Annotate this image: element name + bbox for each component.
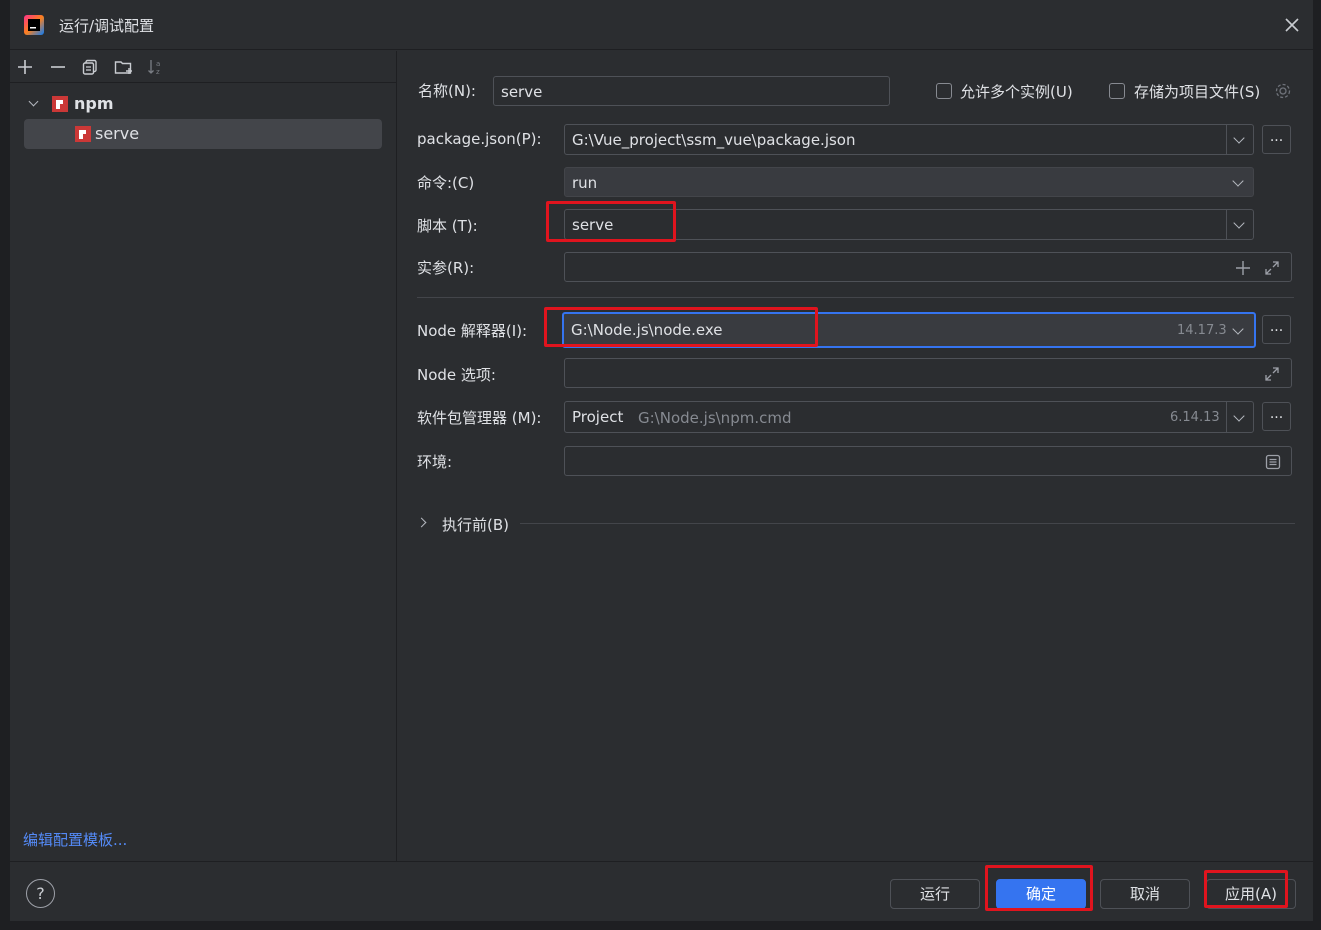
env-input[interactable] <box>564 446 1292 476</box>
store-as-file-label: 存储为项目文件(S) <box>1134 83 1261 101</box>
app-logo-icon <box>24 15 44 35</box>
chevron-down-icon[interactable] <box>1233 132 1245 144</box>
toolbar-divider <box>10 82 396 83</box>
highlight-box-ok <box>985 865 1093 911</box>
gear-icon[interactable] <box>1274 82 1292 100</box>
edit-templates-link[interactable]: 编辑配置模板... <box>23 829 127 850</box>
add-argument-icon[interactable] <box>1236 261 1250 275</box>
tree-item-serve[interactable]: serve <box>24 119 382 149</box>
command-dropdown[interactable]: run <box>564 167 1254 197</box>
chevron-down-icon[interactable] <box>28 96 39 107</box>
window-title: 运行/调试配置 <box>59 17 155 35</box>
expand-icon[interactable] <box>1264 260 1280 276</box>
before-launch-label: 执行前(B) <box>442 516 509 534</box>
store-as-file-checkbox[interactable] <box>1109 83 1125 99</box>
help-button[interactable]: ? <box>26 879 55 908</box>
package-json-browse-button[interactable]: ... <box>1262 125 1291 154</box>
dropdown-separator <box>1226 402 1227 432</box>
name-label: 名称(N): <box>418 82 476 100</box>
package-manager-label: 软件包管理器 (M): <box>417 409 542 427</box>
close-icon[interactable] <box>1285 18 1299 32</box>
args-label: 实参(R): <box>417 259 475 277</box>
chevron-down-icon[interactable] <box>1232 323 1244 335</box>
svg-text:z: z <box>156 68 160 76</box>
npm-icon <box>52 96 68 112</box>
env-label: 环境: <box>417 453 453 471</box>
package-json-label: package.json(P): <box>417 130 542 148</box>
config-form: 名称(N): serve 允许多个实例(U) 存储为项目文件(S) packag… <box>398 51 1313 861</box>
chevron-down-icon[interactable] <box>1232 175 1244 187</box>
chevron-down-icon[interactable] <box>1233 410 1245 422</box>
plus-icon[interactable] <box>17 59 33 75</box>
package-manager-path: G:\Node.js\npm.cmd <box>638 409 792 427</box>
tree-item-label: serve <box>95 124 140 143</box>
node-version-hint: 14.17.3 <box>1177 323 1227 338</box>
dropdown-separator <box>1226 125 1227 154</box>
tree-group-npm[interactable]: npm <box>10 91 396 117</box>
expand-icon[interactable] <box>1264 366 1280 382</box>
run-button[interactable]: 运行 <box>890 879 980 909</box>
section-divider <box>520 523 1295 524</box>
highlight-box-node-interpreter <box>544 307 818 347</box>
config-tree-panel: az npm serve 编辑配置模板... <box>10 51 397 861</box>
args-input[interactable] <box>564 252 1292 282</box>
node-interpreter-browse-button[interactable]: ... <box>1262 315 1291 344</box>
node-interpreter-label: Node 解释器(I): <box>417 322 528 340</box>
background-strip <box>0 921 1321 930</box>
node-options-label: Node 选项: <box>417 366 496 384</box>
before-launch-section[interactable]: 执行前(B) <box>416 511 1298 535</box>
sort-icon[interactable]: az <box>147 58 165 76</box>
package-json-dropdown[interactable]: G:\Vue_project\ssm_vue\package.json <box>564 124 1254 155</box>
highlight-box-scripts <box>546 201 676 242</box>
svg-text:a: a <box>156 60 160 68</box>
section-divider <box>417 297 1294 298</box>
chevron-right-icon[interactable] <box>416 517 427 528</box>
chevron-down-icon[interactable] <box>1233 217 1245 229</box>
tree-group-label: npm <box>74 94 114 113</box>
allow-multiple-label: 允许多个实例(U) <box>960 83 1073 101</box>
new-folder-icon[interactable] <box>114 59 134 75</box>
command-label: 命令:(C) <box>417 174 475 192</box>
package-manager-browse-button[interactable]: ... <box>1262 402 1291 431</box>
dropdown-separator <box>1226 210 1227 239</box>
npm-icon <box>75 126 91 142</box>
copy-icon[interactable] <box>82 59 98 75</box>
dialog-footer: ? 运行 确定 取消 应用(A) <box>10 861 1313 921</box>
list-edit-icon[interactable] <box>1265 454 1281 470</box>
package-manager-dropdown[interactable]: Project G:\Node.js\npm.cmd 6.14.13 <box>564 401 1254 433</box>
background-edge <box>1313 0 1321 930</box>
package-manager-version: 6.14.13 <box>1170 410 1220 425</box>
allow-multiple-checkbox[interactable] <box>936 83 952 99</box>
title-bar: 运行/调试配置 <box>10 0 1313 50</box>
scripts-label: 脚本 (T): <box>417 217 478 235</box>
name-input[interactable]: serve <box>493 76 890 106</box>
highlight-box-apply <box>1204 870 1288 908</box>
cancel-button[interactable]: 取消 <box>1100 879 1190 909</box>
minus-icon[interactable] <box>50 59 66 75</box>
node-options-input[interactable] <box>564 358 1292 388</box>
